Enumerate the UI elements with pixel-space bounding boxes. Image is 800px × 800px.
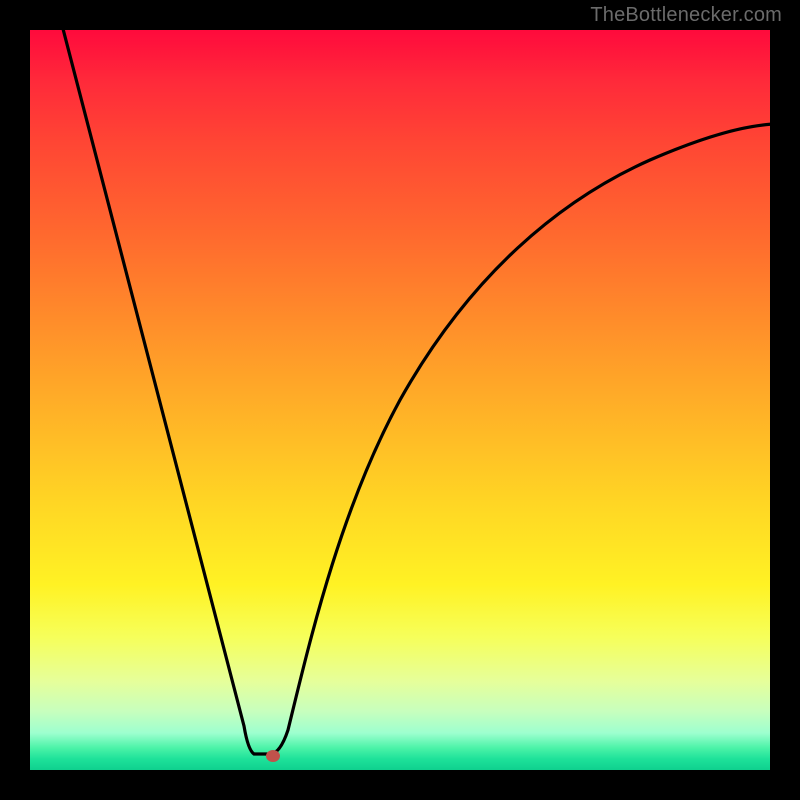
chart-curve — [62, 30, 770, 754]
chart-curve-layer — [30, 30, 770, 770]
attribution-text: TheBottlenecker.com — [590, 4, 782, 27]
chart-canvas — [30, 30, 770, 770]
optimal-point-marker — [266, 750, 280, 762]
